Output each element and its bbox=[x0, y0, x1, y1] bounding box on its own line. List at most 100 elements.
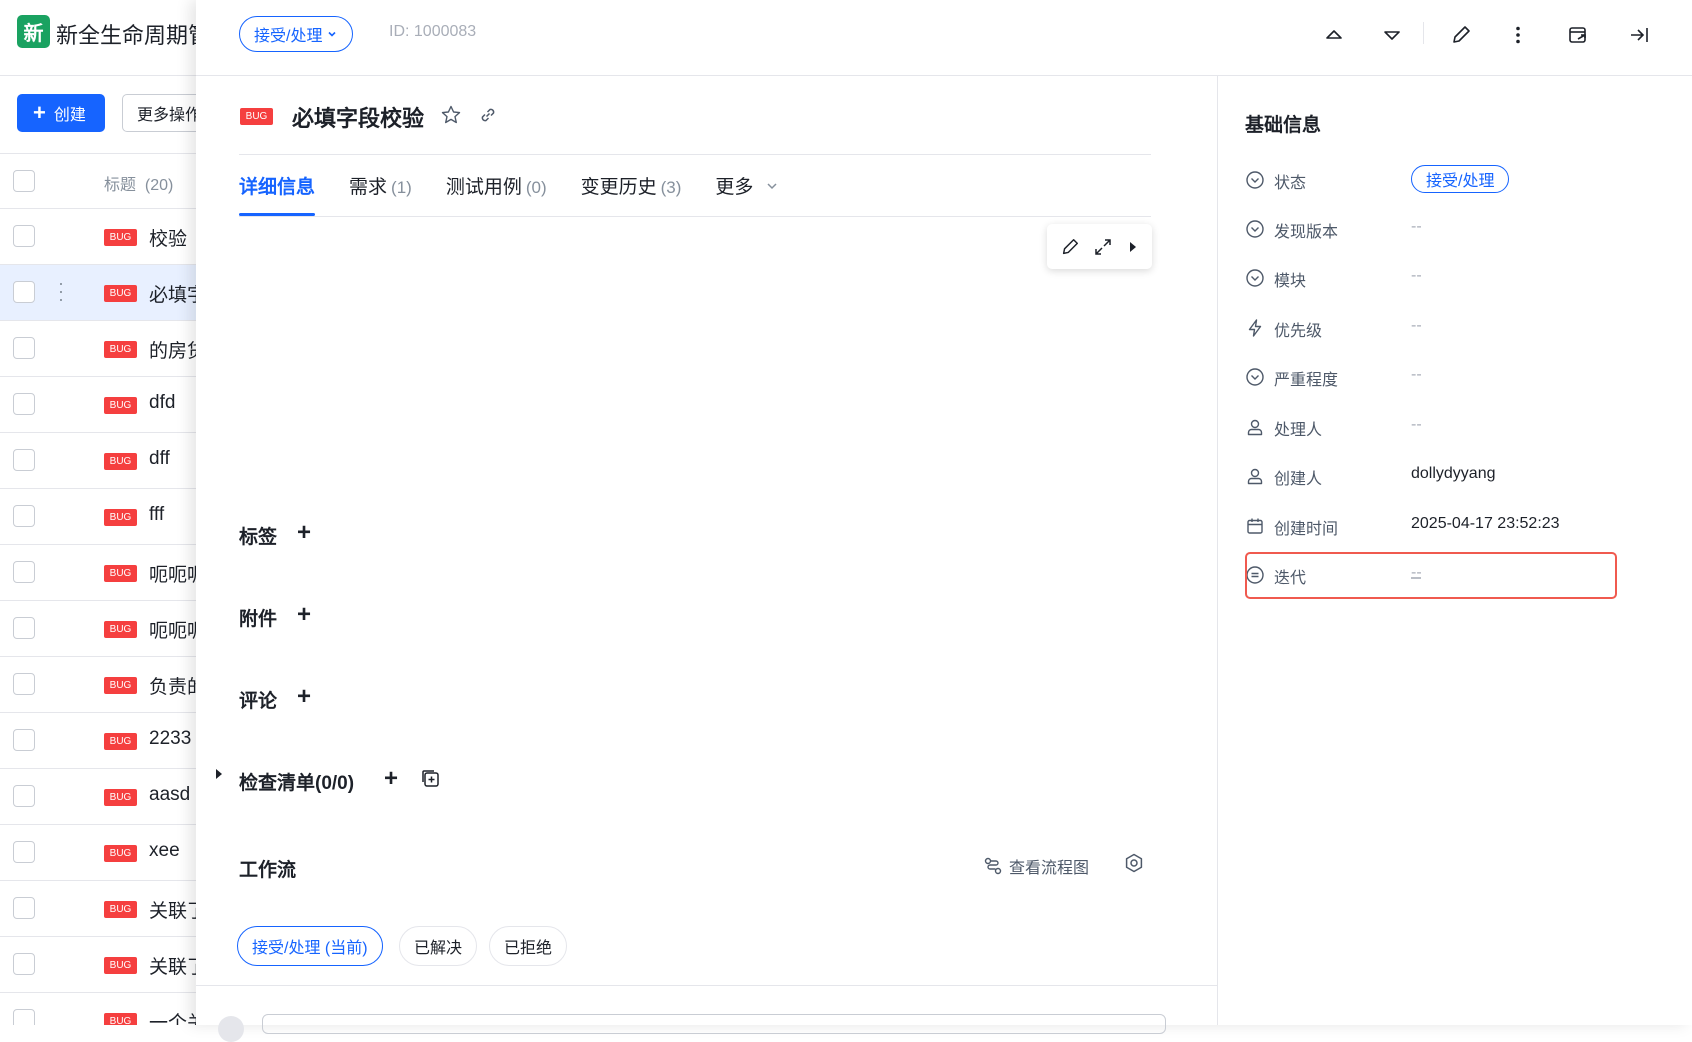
workflow-state-rejected[interactable]: 已拒绝 bbox=[489, 926, 568, 966]
issue-title[interactable]: 必填字段校验 bbox=[292, 101, 424, 133]
list-item[interactable]: BUG 呃呃呃 bbox=[0, 601, 200, 657]
field-label: 优先级 bbox=[1274, 323, 1323, 340]
list-item[interactable]: BUG 一个关 bbox=[0, 993, 200, 1025]
row-checkbox[interactable] bbox=[13, 673, 35, 695]
caret-right-icon[interactable] bbox=[214, 768, 224, 780]
add-tag-icon[interactable]: + bbox=[297, 521, 311, 545]
workflow-state-current[interactable]: 接受/处理 (当前) bbox=[237, 926, 383, 966]
view-flowchart-link[interactable]: 查看流程图 bbox=[983, 854, 1089, 878]
row-checkbox[interactable] bbox=[13, 785, 35, 807]
row-checkbox[interactable] bbox=[13, 393, 35, 415]
copy-add-icon[interactable] bbox=[421, 769, 441, 789]
row-checkbox[interactable] bbox=[13, 1009, 35, 1025]
row-checkbox[interactable] bbox=[13, 729, 35, 751]
row-checkbox[interactable] bbox=[13, 953, 35, 975]
field-value[interactable]: -- bbox=[1411, 317, 1422, 335]
more-vertical-icon[interactable] bbox=[1503, 20, 1533, 50]
list-item[interactable]: BUG 关联了 bbox=[0, 937, 200, 993]
list-item[interactable]: BUG dff bbox=[0, 433, 200, 489]
collapse-panel-icon[interactable] bbox=[1624, 20, 1654, 50]
more-actions-button[interactable]: 更多操作 bbox=[122, 94, 200, 132]
divider bbox=[239, 154, 1151, 155]
row-checkbox[interactable] bbox=[13, 337, 35, 359]
bug-tag: BUG bbox=[104, 957, 137, 974]
item-title: xee bbox=[149, 840, 180, 861]
issue-id: ID: 1000083 bbox=[389, 23, 477, 40]
list-item[interactable]: BUG 校验 bbox=[0, 209, 200, 265]
list-item[interactable]: BUG 2233 bbox=[0, 713, 200, 769]
row-checkbox[interactable] bbox=[13, 561, 35, 583]
add-comment-icon[interactable]: + bbox=[297, 685, 311, 709]
field-value[interactable]: -- bbox=[1411, 366, 1422, 384]
add-checklist-icon[interactable]: + bbox=[384, 767, 398, 791]
bug-tag: BUG bbox=[104, 1013, 137, 1025]
list-item[interactable]: BUG 关联了 bbox=[0, 881, 200, 937]
bug-tag: BUG bbox=[104, 509, 137, 526]
divider bbox=[239, 216, 1151, 217]
row-menu-icon[interactable]: · · · bbox=[56, 274, 66, 308]
list-item[interactable]: BUG 负责的 bbox=[0, 657, 200, 713]
item-title: 关联了 bbox=[149, 901, 200, 922]
edit-icon[interactable] bbox=[1446, 20, 1476, 50]
list-item[interactable]: BUG 呃呃呃 bbox=[0, 545, 200, 601]
field-label: 严重程度 bbox=[1274, 372, 1339, 389]
status-value[interactable]: 接受/处理 bbox=[1411, 165, 1510, 193]
star-icon[interactable] bbox=[440, 104, 462, 126]
checklist-section-title[interactable]: 检查清单(0/0) bbox=[239, 768, 354, 795]
row-checkbox[interactable] bbox=[13, 841, 35, 863]
field-value[interactable]: -- bbox=[1411, 416, 1422, 434]
basic-info-title: 基础信息 bbox=[1245, 115, 1322, 136]
tab-change-history[interactable]: 变更历史 (3) bbox=[581, 172, 682, 216]
comment-input[interactable] bbox=[262, 1014, 1166, 1034]
list-item[interactable]: BUG aasd bbox=[0, 769, 200, 825]
field-value[interactable]: -- bbox=[1411, 267, 1422, 285]
list-item[interactable]: BUG xee bbox=[0, 825, 200, 881]
dropdown-circle-icon bbox=[1246, 171, 1264, 189]
field-label: 发现版本 bbox=[1274, 224, 1339, 241]
previous-item-icon[interactable] bbox=[1319, 20, 1349, 50]
row-checkbox[interactable] bbox=[13, 897, 35, 919]
link-icon[interactable] bbox=[478, 105, 498, 125]
status-dropdown[interactable]: 接受/处理 bbox=[239, 16, 354, 52]
tab-details[interactable]: 详细信息 bbox=[239, 172, 316, 216]
tab-more[interactable]: 更多 bbox=[715, 172, 778, 216]
field-label: 创建时间 bbox=[1274, 521, 1339, 538]
field-priority: 优先级 -- bbox=[1245, 313, 1625, 343]
lightning-icon bbox=[1248, 319, 1262, 337]
row-checkbox[interactable] bbox=[13, 617, 35, 639]
expand-icon[interactable] bbox=[1093, 237, 1113, 257]
row-checkbox[interactable] bbox=[13, 281, 35, 303]
next-item-icon[interactable] bbox=[1377, 20, 1407, 50]
select-all-checkbox[interactable] bbox=[13, 170, 35, 192]
user-icon bbox=[1247, 468, 1263, 485]
list-item[interactable]: BUG dfd bbox=[0, 377, 200, 433]
column-header-title[interactable]: 标题 (20) bbox=[104, 171, 173, 195]
bug-tag: BUG bbox=[104, 453, 137, 470]
list-item[interactable]: BUG 的房贷 bbox=[0, 321, 200, 377]
view-flowchart-label: 查看流程图 bbox=[1009, 860, 1090, 877]
add-attachment-icon[interactable]: + bbox=[297, 603, 311, 627]
open-new-window-icon[interactable] bbox=[1563, 20, 1593, 50]
edit-icon[interactable] bbox=[1060, 237, 1080, 257]
item-title: 的房贷 bbox=[149, 341, 200, 362]
workflow-section-title: 工作流 bbox=[239, 860, 297, 881]
create-button[interactable]: + 创建 bbox=[17, 94, 105, 132]
settings-icon[interactable] bbox=[1123, 852, 1145, 874]
caret-right-icon[interactable] bbox=[1127, 240, 1139, 254]
field-value: dollydyyang bbox=[1411, 465, 1496, 482]
divider bbox=[196, 985, 1217, 986]
row-checkbox[interactable] bbox=[13, 449, 35, 471]
workflow-state-resolved[interactable]: 已解决 bbox=[399, 926, 478, 966]
field-label: 模块 bbox=[1274, 273, 1307, 290]
list-item-selected[interactable]: ··· BUG 必填字段校验 bbox=[0, 265, 200, 321]
tab-requirements[interactable]: 需求 (1) bbox=[349, 172, 412, 216]
tab-test-cases[interactable]: 测试用例 (0) bbox=[446, 172, 547, 216]
row-checkbox[interactable] bbox=[13, 505, 35, 527]
field-value[interactable]: -- bbox=[1411, 218, 1422, 236]
detail-drawer: 接受/处理 ID: 1000083 BUG 必填字段校验 详细信息 需求(1) bbox=[196, 0, 1692, 1042]
item-title: dff bbox=[149, 448, 170, 469]
list-item[interactable]: BUG fff bbox=[0, 489, 200, 545]
row-checkbox[interactable] bbox=[13, 225, 35, 247]
bug-tag: BUG bbox=[104, 621, 137, 638]
item-title: 负责的 bbox=[149, 677, 200, 698]
